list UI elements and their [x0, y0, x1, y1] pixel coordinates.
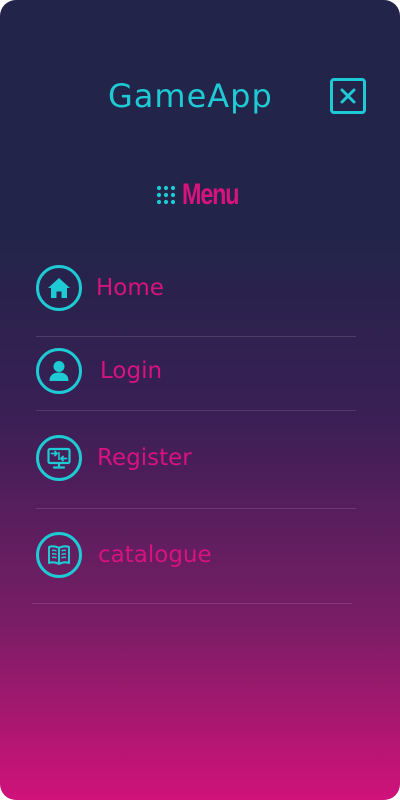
home-icon [36, 265, 82, 311]
nav-label-catalogue: catalogue [98, 542, 212, 568]
menu-heading: Menu [156, 176, 254, 214]
nav-item-catalogue[interactable]: catalogue [36, 532, 212, 578]
register-icon [36, 435, 82, 481]
nav-menu: Home Login Register catalogue [0, 0, 400, 800]
menu-divider [36, 410, 356, 411]
menu-divider [36, 508, 356, 509]
close-icon [340, 88, 356, 104]
nav-label-home: Home [96, 275, 164, 301]
app-title: GameApp [108, 77, 273, 115]
nav-label-login: Login [100, 358, 163, 384]
menu-heading-label: Menu [182, 178, 240, 211]
close-button[interactable] [330, 78, 366, 114]
nav-item-register[interactable]: Register [36, 435, 192, 481]
book-icon [36, 532, 82, 578]
user-icon [36, 348, 82, 394]
nav-item-login[interactable]: Login [36, 348, 162, 394]
menu-divider [32, 603, 352, 604]
menu-divider [36, 336, 356, 337]
nav-item-home[interactable]: Home [36, 265, 164, 311]
menu-screen: GameApp Menu Home Login Register catalog… [0, 0, 400, 800]
dots-grid-icon [156, 185, 176, 205]
nav-label-register: Register [97, 445, 192, 471]
